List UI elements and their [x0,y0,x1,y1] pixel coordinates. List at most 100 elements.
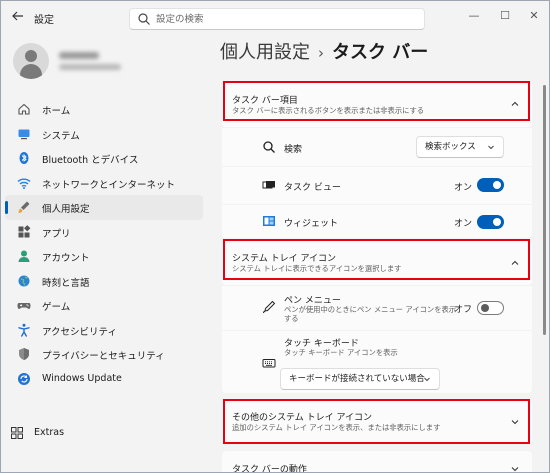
sidebar-item-accounts[interactable]: アカウント [5,244,203,269]
sidebar-item-accessibility[interactable]: アクセシビリティ [5,318,203,343]
sidebar-item-privacy-security[interactable]: プライバシーとセキュリティ [5,342,203,367]
keyboard-icon [262,359,276,368]
sidebar-item-label: 時刻と言語 [42,277,90,289]
sidebar-item-windows-update[interactable]: Windows Update [5,367,203,392]
sidebar-item-extras[interactable]: Extras [1,421,199,446]
section-title: タスク バー項目 [232,96,298,106]
chevron-up-icon[interactable] [510,258,520,268]
sidebar-item-system[interactable]: システム [5,122,203,147]
back-arrow-icon [12,11,23,21]
section-title: タスク バーの動作 [232,465,307,473]
dropdown-value: キーボードが接続されていない場合 [289,374,425,384]
touch-keyboard-dropdown[interactable]: キーボードが接続されていない場合 [280,368,440,390]
sidebar-nav: ホーム システム Bluetooth とデバイス ネットワークとインターネット … [5,97,203,391]
taskbar-items-header[interactable]: タスク バー項目 タスク バーに表示されるボタンを表示または非表示にする [222,81,532,127]
bluetooth-icon [19,152,29,164]
row-description: タッチ キーボード アイコンを表示 [284,348,398,357]
account-icon [18,250,30,262]
sidebar-item-time-language[interactable]: 時刻と言語 [5,269,203,294]
search-input[interactable] [156,11,416,27]
user-profile[interactable] [13,43,203,83]
chevron-up-icon[interactable] [510,99,520,109]
brush-icon [18,201,30,213]
sidebar-item-label: Bluetooth とデバイス [42,155,139,166]
section-description: 追加のシステム トレイ アイコンを表示、または非表示にします [232,423,441,432]
pen-icon [263,300,276,314]
sidebar-item-apps[interactable]: アプリ [5,220,203,245]
sidebar-item-bluetooth[interactable]: Bluetooth とデバイス [5,146,203,171]
breadcrumb-parent[interactable]: 個人用設定 [220,42,310,63]
gamepad-icon [17,303,31,309]
pen-menu-row: ペン メニュー ペンが使用中のときにペン メニュー アイコンを表示 する オフ [222,286,532,330]
sidebar-item-label: Extras [34,427,65,438]
other-tray-icons-header[interactable]: その他のシステム トレイ アイコン 追加のシステム トレイ アイコンを表示、また… [222,399,532,444]
taskbar-behavior-header[interactable]: タスク バーの動作 [222,451,532,473]
sidebar-item-gaming[interactable]: ゲーム [5,293,203,318]
page-title: タスク バー [332,42,429,63]
row-description: ペンが使用中のときにペン メニュー アイコンを表示 [284,305,457,314]
maximize-button[interactable]: ☐ [493,7,517,25]
section-description: システム トレイに表示できるアイコンを選択します [232,264,402,273]
sidebar-item-personalization[interactable]: 個人用設定 [5,195,203,220]
app-title: 設定 [34,15,54,26]
row-label: ウィジェット [284,219,339,229]
task-view-toggle[interactable] [477,178,504,192]
dropdown-value: 検索ボックス [425,142,476,152]
search-box[interactable] [129,8,425,30]
system-tray-header[interactable]: システム トレイ アイコン システム トレイに表示できるアイコンを選択します [222,241,532,285]
chevron-down-icon[interactable] [510,417,520,427]
sidebar-item-label: Windows Update [42,372,122,384]
search-row: 検索 検索ボックス [222,128,532,166]
search-mode-dropdown[interactable]: 検索ボックス [416,136,504,158]
title-bar: 設定 — ☐ ✕ [1,1,549,35]
search-icon [263,141,275,153]
touch-keyboard-row: タッチ キーボード タッチ キーボード アイコンを表示 キーボードが接続されてい… [222,331,532,393]
search-icon [138,13,150,25]
system-icon [18,129,30,139]
sidebar-item-home[interactable]: ホーム [5,97,203,122]
sidebar-item-label: アプリ [42,228,71,240]
sidebar-item-label: 個人用設定 [42,204,90,215]
chevron-down-icon [424,377,430,382]
blurred-user-name [59,52,99,59]
sidebar-item-network[interactable]: ネットワークとインターネット [5,171,203,196]
sidebar-item-label: システム [42,130,80,142]
sidebar-item-label: アクセシビリティ [42,326,117,338]
breadcrumb: 個人用設定 › タスク バー [220,38,428,64]
chevron-down-icon [488,145,494,150]
shield-icon [19,348,29,360]
minimize-button[interactable]: — [462,7,486,25]
home-icon [18,103,30,115]
sidebar-item-label: ゲーム [42,302,71,313]
task-view-row: タスク ビュー オン [222,167,532,204]
widgets-row: ウィジェット オン [222,205,532,238]
row-description: する [284,314,299,323]
chevron-down-icon[interactable] [510,464,520,473]
toggle-state-label: オン [454,219,473,229]
wifi-icon [17,178,31,189]
section-description: タスク バーに表示されるボタンを表示または非表示にする [232,106,425,115]
settings-content: タスク バー項目 タスク バーに表示されるボタンを表示または非表示にする 検索 … [222,76,532,473]
sidebar-item-label: ネットワークとインターネット [42,179,176,191]
blurred-user-email [59,64,121,70]
sidebar-item-label: プライバシーとセキュリティ [42,351,165,362]
extras-icon [11,427,23,439]
accessibility-icon [18,323,30,337]
task-view-icon [262,181,275,189]
settings-window: 設定 — ☐ ✕ ホーム システム Bluetooth とデバイス [0,0,550,473]
widgets-toggle[interactable] [477,215,504,229]
sidebar-item-label: ホーム [42,106,71,117]
section-title: システム トレイ アイコン [232,254,337,264]
scrollbar[interactable] [543,85,546,335]
back-button[interactable] [9,9,27,27]
toggle-state-label: オン [454,183,473,193]
pen-menu-toggle[interactable] [477,301,504,315]
sidebar-item-label: アカウント [42,253,90,264]
close-button[interactable]: ✕ [522,7,546,25]
apps-icon [18,224,31,237]
avatar [13,43,49,79]
active-indicator [5,201,8,214]
row-label: タスク ビュー [284,183,341,193]
section-title: その他のシステム トレイ アイコン [232,413,373,423]
row-label: 検索 [284,145,303,155]
